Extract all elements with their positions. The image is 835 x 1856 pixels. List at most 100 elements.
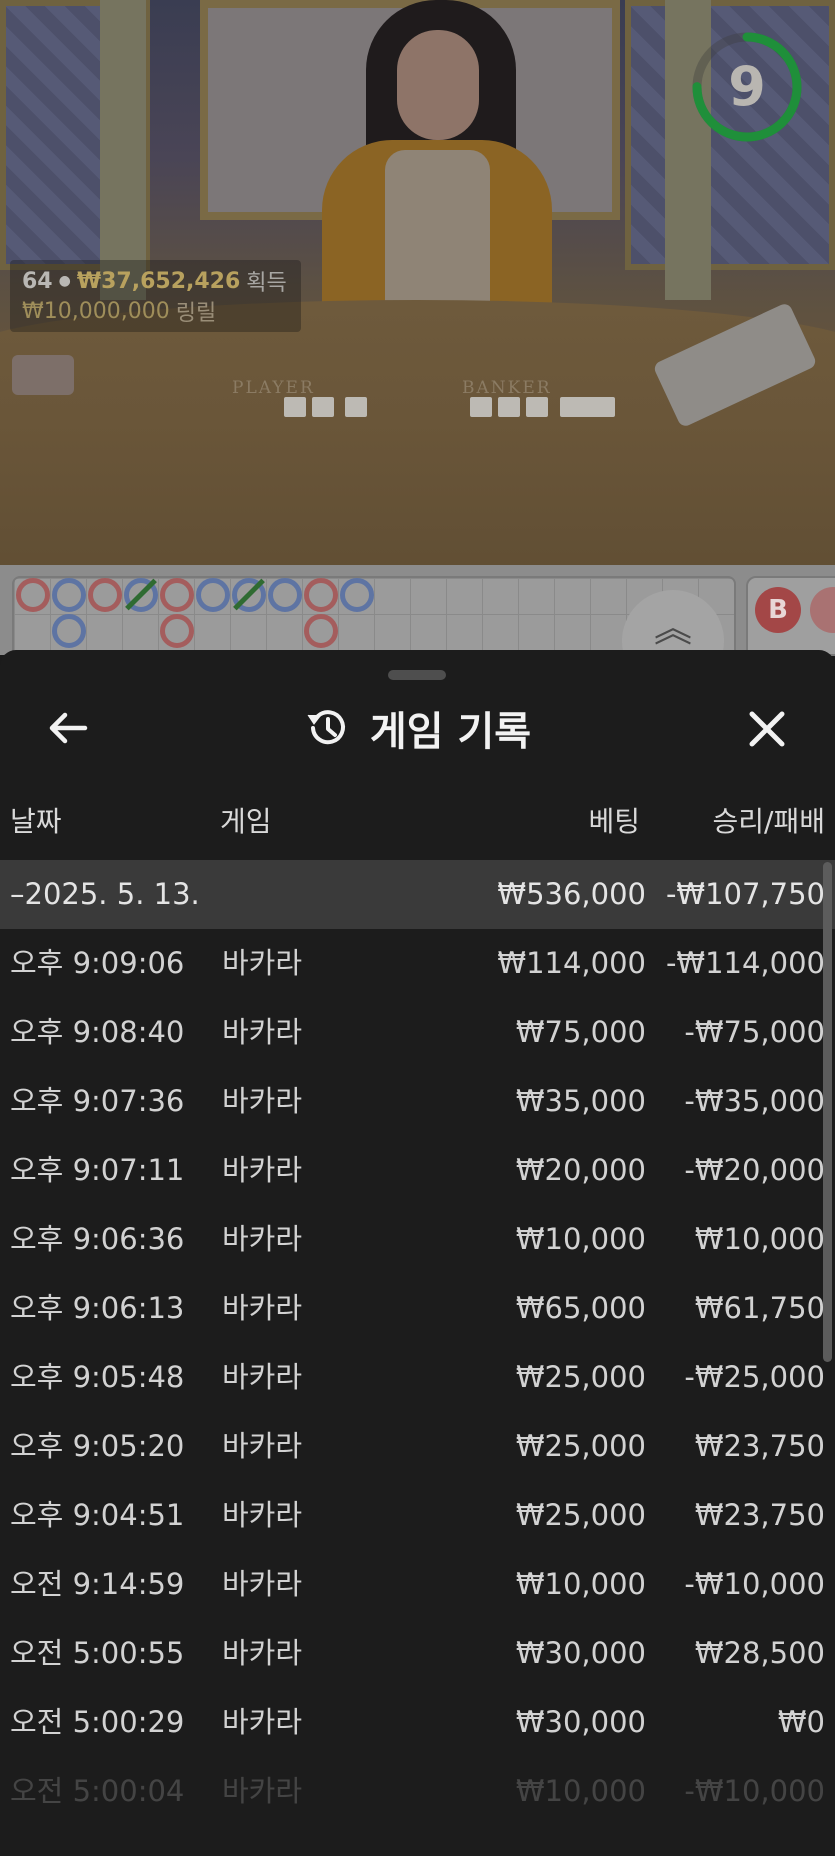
road-player-marker: [268, 578, 302, 612]
road-banker-marker: [304, 578, 338, 612]
card-stack: [12, 355, 74, 395]
row-game: 바카라: [222, 1636, 303, 1670]
row-game: 바카라: [222, 1360, 303, 1394]
row-result: ₩10,000: [694, 1222, 825, 1256]
row-bet: ₩25,000: [515, 1429, 646, 1463]
row-bet: ₩20,000: [515, 1153, 646, 1187]
history-row[interactable]: 오전 5:00:04 바카라 ₩10,000 -₩10,000: [0, 1757, 835, 1826]
row-game: 바카라: [222, 1705, 303, 1739]
pillar-left: [100, 0, 146, 300]
day-summary-row[interactable]: –2025. 5. 13. ₩536,000 -₩107,750: [0, 860, 835, 929]
road-player-marker: [52, 578, 86, 612]
row-result: -₩75,000: [684, 1015, 825, 1049]
row-game: 바카라: [222, 946, 303, 980]
close-button[interactable]: [740, 702, 794, 756]
road-banker-marker: [88, 578, 122, 612]
row-game: 바카라: [222, 1498, 303, 1532]
row-time: 오후 9:07:11: [10, 1153, 185, 1187]
row-time: 오전 5:00:29: [10, 1705, 185, 1739]
history-row[interactable]: 오후 9:06:13 바카라 ₩65,000 ₩61,750: [0, 1274, 835, 1343]
history-row[interactable]: 오후 9:06:36 바카라 ₩10,000 ₩10,000: [0, 1205, 835, 1274]
person-icon: ●: [58, 273, 71, 289]
history-row[interactable]: 오후 9:08:40 바카라 ₩75,000 -₩75,000: [0, 998, 835, 1067]
row-bet: ₩25,000: [515, 1360, 646, 1394]
row-time: 오후 9:07:36: [10, 1084, 185, 1118]
row-time: 오후 9:05:20: [10, 1429, 185, 1463]
column-header-result[interactable]: 승리/패배: [713, 800, 825, 840]
row-time: 오전 9:14:59: [10, 1567, 185, 1601]
column-header-date[interactable]: 날짜: [10, 800, 62, 840]
row-bet: ₩30,000: [515, 1636, 646, 1670]
road-player-marker: [52, 614, 86, 648]
row-game: 바카라: [222, 1153, 303, 1187]
banker-prediction-badge[interactable]: B: [755, 587, 801, 633]
history-row[interactable]: 오후 9:05:20 바카라 ₩25,000 ₩23,750: [0, 1412, 835, 1481]
row-game: 바카라: [222, 1084, 303, 1118]
row-result: ₩61,750: [694, 1291, 825, 1325]
row-result: ₩0: [777, 1705, 825, 1739]
column-header-game[interactable]: 게임: [220, 800, 272, 840]
day-result-total: -₩107,750: [665, 877, 825, 911]
row-bet: ₩75,000: [515, 1015, 646, 1049]
history-row[interactable]: 오전 9:14:59 바카라 ₩10,000 -₩10,000: [0, 1550, 835, 1619]
game-history-sheet: 게임 기록 날짜 게임 베팅 승리/패배 –2025. 5. 13. ₩536,…: [0, 650, 835, 1856]
player-card: [312, 397, 334, 417]
history-row[interactable]: 오전 5:00:29 바카라 ₩30,000 ₩0: [0, 1688, 835, 1757]
row-result: ₩23,750: [694, 1429, 825, 1463]
row-result: ₩23,750: [694, 1498, 825, 1532]
history-clock-icon: [307, 710, 345, 745]
table-stats: 64 ● ₩37,652,426 획득 ₩10,000,000 링릴: [10, 260, 301, 332]
row-game: 바카라: [222, 1774, 303, 1808]
row-bet: ₩10,000: [515, 1222, 646, 1256]
banker-card: [470, 397, 492, 417]
row-time: 오후 9:06:13: [10, 1291, 185, 1325]
row-bet: ₩10,000: [515, 1774, 646, 1808]
banker-label: BANKER: [462, 378, 552, 398]
history-row[interactable]: 오후 9:04:51 바카라 ₩25,000 ₩23,750: [0, 1481, 835, 1550]
live-video-feed: PLAYER BANKER 64 ● ₩37,652,426 획득 ₩10,00…: [0, 0, 835, 565]
sheet-header: 게임 기록: [0, 695, 835, 761]
history-row[interactable]: 오전 5:00:55 바카라 ₩30,000 ₩28,500: [0, 1619, 835, 1688]
road-player-marker: [340, 578, 374, 612]
road-player-marker: [196, 578, 230, 612]
player-label: PLAYER: [232, 378, 315, 398]
timer-seconds: 9: [728, 55, 766, 118]
row-bet: ₩114,000: [497, 946, 646, 980]
row-bet: ₩65,000: [515, 1291, 646, 1325]
row-result: -₩35,000: [684, 1084, 825, 1118]
close-icon: [749, 711, 785, 747]
sheet-drag-handle[interactable]: [388, 670, 446, 680]
row-time: 오후 9:05:48: [10, 1360, 185, 1394]
total-win-label: 획득: [246, 271, 287, 296]
road-banker-marker: [304, 614, 338, 648]
row-bet: ₩35,000: [515, 1084, 646, 1118]
banker-card: [560, 397, 615, 417]
row-bet: ₩30,000: [515, 1705, 646, 1739]
row-result: -₩114,000: [665, 946, 825, 980]
row-time: 오후 9:09:06: [10, 946, 185, 980]
history-row[interactable]: 오후 9:05:48 바카라 ₩25,000 -₩25,000: [0, 1343, 835, 1412]
row-bet: ₩25,000: [515, 1498, 646, 1532]
day-date: –2025. 5. 13.: [10, 877, 200, 911]
history-row[interactable]: 오후 9:07:36 바카라 ₩35,000 -₩35,000: [0, 1067, 835, 1136]
history-row[interactable]: 오후 9:09:06 바카라 ₩114,000 -₩114,000: [0, 929, 835, 998]
row-game: 바카라: [222, 1567, 303, 1601]
road-banker-marker: [160, 614, 194, 648]
bet-timer: 9: [690, 30, 804, 144]
row-time: 오전 5:00:04: [10, 1774, 185, 1808]
row-result: -₩20,000: [684, 1153, 825, 1187]
row-game: 바카라: [222, 1291, 303, 1325]
row-game: 바카라: [222, 1015, 303, 1049]
players-count: 64: [22, 268, 53, 294]
row-game: 바카라: [222, 1222, 303, 1256]
history-table: –2025. 5. 13. ₩536,000 -₩107,750 오후 9:09…: [0, 860, 835, 1826]
banker-card: [526, 397, 548, 417]
jackpot-amount: ₩10,000,000: [22, 298, 170, 324]
row-time: 오전 5:00:55: [10, 1636, 185, 1670]
column-header-bet[interactable]: 베팅: [588, 800, 640, 840]
row-time: 오후 9:08:40: [10, 1015, 185, 1049]
road-banker-marker: [16, 578, 50, 612]
history-scrollbar[interactable]: [823, 862, 832, 1362]
history-row[interactable]: 오후 9:07:11 바카라 ₩20,000 -₩20,000: [0, 1136, 835, 1205]
day-bet-total: ₩536,000: [497, 877, 646, 911]
